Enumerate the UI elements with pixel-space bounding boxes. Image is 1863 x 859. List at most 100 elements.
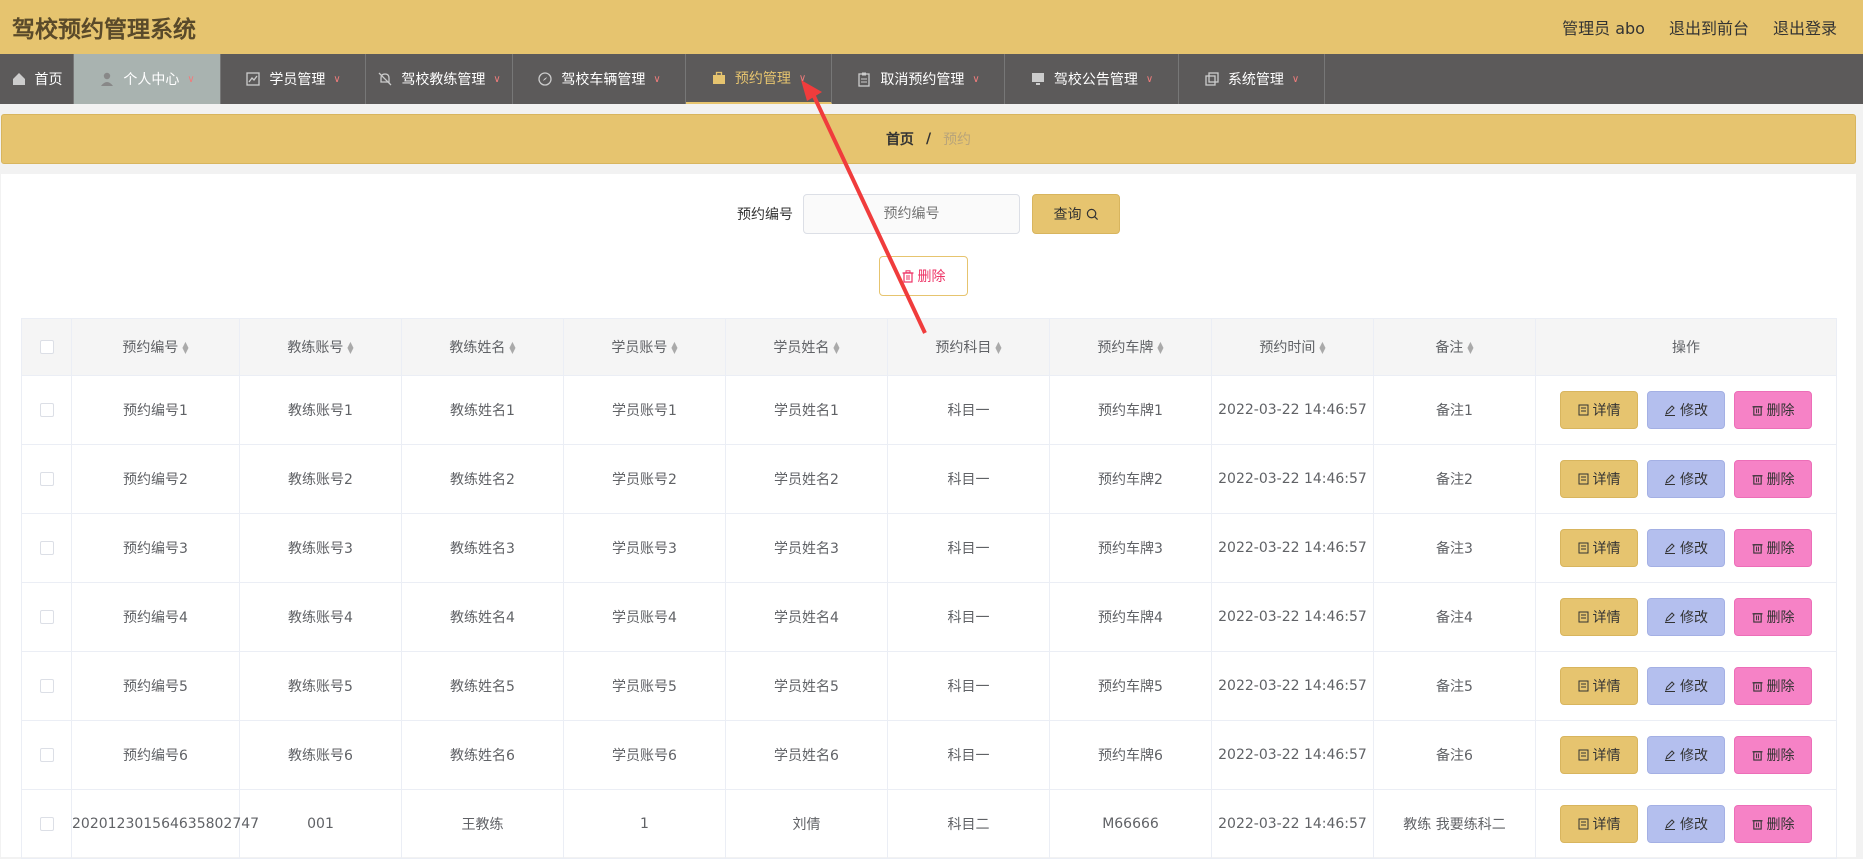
breadcrumb-home[interactable]: 首页 [886,129,914,149]
delete-button-label: 删除 [1766,472,1795,488]
sort-icon[interactable]: ▲ ▼ [1157,341,1163,355]
delete-button[interactable]: 删除 [1734,805,1812,843]
column-header-label: 学员姓名 [773,340,830,356]
column-header: 操作 [1535,318,1837,376]
detail-button[interactable]: 详情 [1560,391,1638,429]
row-checkbox[interactable] [39,817,54,831]
row-select-cell [21,375,72,445]
search-button[interactable]: 查询 [1032,194,1120,234]
table-row: 预约编号1 教练账号1 教练姓名1 学员账号1 学员姓名1 科目一 预约车牌1 2022-03… [21,375,1837,445]
nav-item-students[interactable]: 学员管理 ∨ [221,54,366,104]
copy-icon [1205,72,1219,86]
nav-item-label: 个人中心 [123,72,180,88]
table-cell: 教练姓名4 [401,582,564,652]
column-header[interactable]: 教练账号 ▲ ▼ [239,318,402,376]
nav-item-notices[interactable]: 驾校公告管理 ∨ [1005,54,1179,104]
table-header-row: 预约编号 ▲ ▼ 教练账号 ▲ ▼ 教练姓名 ▲ ▼ 学员账号 ▲ ▼ 学员姓名 ▲ ▼ 预约科目 ▲ ▼ 预约车牌… [21,318,1837,376]
nav-item-label: 驾校公告管理 [1053,72,1138,88]
detail-button[interactable]: 详情 [1560,598,1638,636]
nav-item-personal-center[interactable]: 个人中心 ∨ [74,54,221,104]
detail-button[interactable]: 详情 [1560,667,1638,705]
trash-icon [1751,820,1763,830]
actions-cell: 详情 修改 删除 [1535,582,1837,652]
detail-button[interactable]: 详情 [1560,736,1638,774]
column-header[interactable]: 教练姓名 ▲ ▼ [401,318,564,376]
table-cell: 学员姓名2 [725,444,888,514]
nav-item-reservations[interactable]: 预约管理 ∨ [686,54,832,104]
nav-item-vehicles[interactable]: 驾校车辆管理 ∨ [513,54,686,104]
table-cell: 备注4 [1373,582,1536,652]
column-header-label: 操作 [1672,340,1700,356]
detail-button[interactable]: 详情 [1560,460,1638,498]
trash-icon [1751,751,1763,761]
column-header-label: 预约编号 [122,340,179,356]
edit-button[interactable]: 修改 [1647,805,1725,843]
detail-button[interactable]: 详情 [1560,529,1638,567]
table-cell: 科目一 [887,651,1050,721]
column-header[interactable]: 学员姓名 ▲ ▼ [725,318,888,376]
monitor-icon [1031,73,1044,85]
nav-item-system[interactable]: 系统管理 ∨ [1179,54,1325,104]
edit-button[interactable]: 修改 [1647,598,1725,636]
table-cell: 学员账号5 [563,651,726,721]
edit-button[interactable]: 修改 [1647,667,1725,705]
edit-button-label: 修改 [1680,817,1708,833]
column-header-label: 学员账号 [611,340,668,356]
detail-button-label: 详情 [1592,748,1621,764]
nav-item-coaches[interactable]: 驾校教练管理 ∨ [366,54,513,104]
row-checkbox[interactable] [39,472,54,486]
search-input[interactable] [803,194,1020,234]
detail-button-label: 详情 [1592,679,1621,695]
delete-button[interactable]: 删除 [1734,391,1812,429]
row-select-cell [21,720,72,790]
column-header[interactable]: 预约时间 ▲ ▼ [1211,318,1374,376]
edit-button[interactable]: 修改 [1647,391,1725,429]
delete-button[interactable]: 删除 [1734,460,1812,498]
column-header[interactable]: 预约编号 ▲ ▼ [71,318,240,376]
sort-icon[interactable]: ▲ ▼ [182,341,188,355]
row-checkbox[interactable] [39,541,54,555]
sort-icon[interactable]: ▲ ▼ [1467,341,1473,355]
nav-item-home[interactable]: 首页 [0,54,74,104]
bell-off-icon [378,72,392,86]
document-icon [1578,611,1588,623]
table-cell: 2022-03-22 14:46:57 [1211,582,1374,652]
sort-icon[interactable]: ▲ ▼ [347,341,353,355]
sort-icon[interactable]: ▲ ▼ [1319,341,1325,355]
bulk-delete-button[interactable]: 删除 [879,256,968,296]
column-header[interactable]: 备注 ▲ ▼ [1373,318,1536,376]
row-checkbox[interactable] [39,610,54,624]
row-select-cell [21,789,72,859]
actions-cell: 详情 修改 删除 [1535,651,1837,721]
delete-button[interactable]: 删除 [1734,736,1812,774]
select-all-checkbox[interactable] [39,340,54,354]
sort-icon[interactable]: ▲ ▼ [509,341,515,355]
sort-icon[interactable]: ▲ ▼ [833,341,839,355]
delete-button[interactable]: 删除 [1734,667,1812,705]
row-checkbox[interactable] [39,403,54,417]
search-button-label: 查询 [1053,207,1082,223]
edit-button[interactable]: 修改 [1647,460,1725,498]
row-checkbox[interactable] [39,748,54,762]
column-header[interactable]: 预约科目 ▲ ▼ [887,318,1050,376]
sort-icon[interactable]: ▲ ▼ [671,341,677,355]
delete-button[interactable]: 删除 [1734,598,1812,636]
sort-icon[interactable]: ▲ ▼ [995,341,1001,355]
column-header[interactable]: 预约车牌 ▲ ▼ [1049,318,1212,376]
table-cell: 2022-03-22 14:46:57 [1211,720,1374,790]
search-row: 预约编号 查询 [1,194,1856,234]
table-cell: M66666 [1049,789,1212,859]
detail-button-label: 详情 [1592,541,1621,557]
column-header[interactable]: 学员账号 ▲ ▼ [563,318,726,376]
edit-button[interactable]: 修改 [1647,736,1725,774]
table-cell: 预约车牌6 [1049,720,1212,790]
nav-item-cancel-reservations[interactable]: 取消预约管理 ∨ [832,54,1005,104]
detail-button[interactable]: 详情 [1560,805,1638,843]
column-header-label: 预约科目 [935,340,992,356]
delete-button[interactable]: 删除 [1734,529,1812,567]
logout-link[interactable]: 退出登录 [1773,15,1837,39]
front-link[interactable]: 退出到前台 [1669,15,1749,39]
edit-button[interactable]: 修改 [1647,529,1725,567]
row-checkbox[interactable] [39,679,54,693]
table-cell: 预约车牌5 [1049,651,1212,721]
